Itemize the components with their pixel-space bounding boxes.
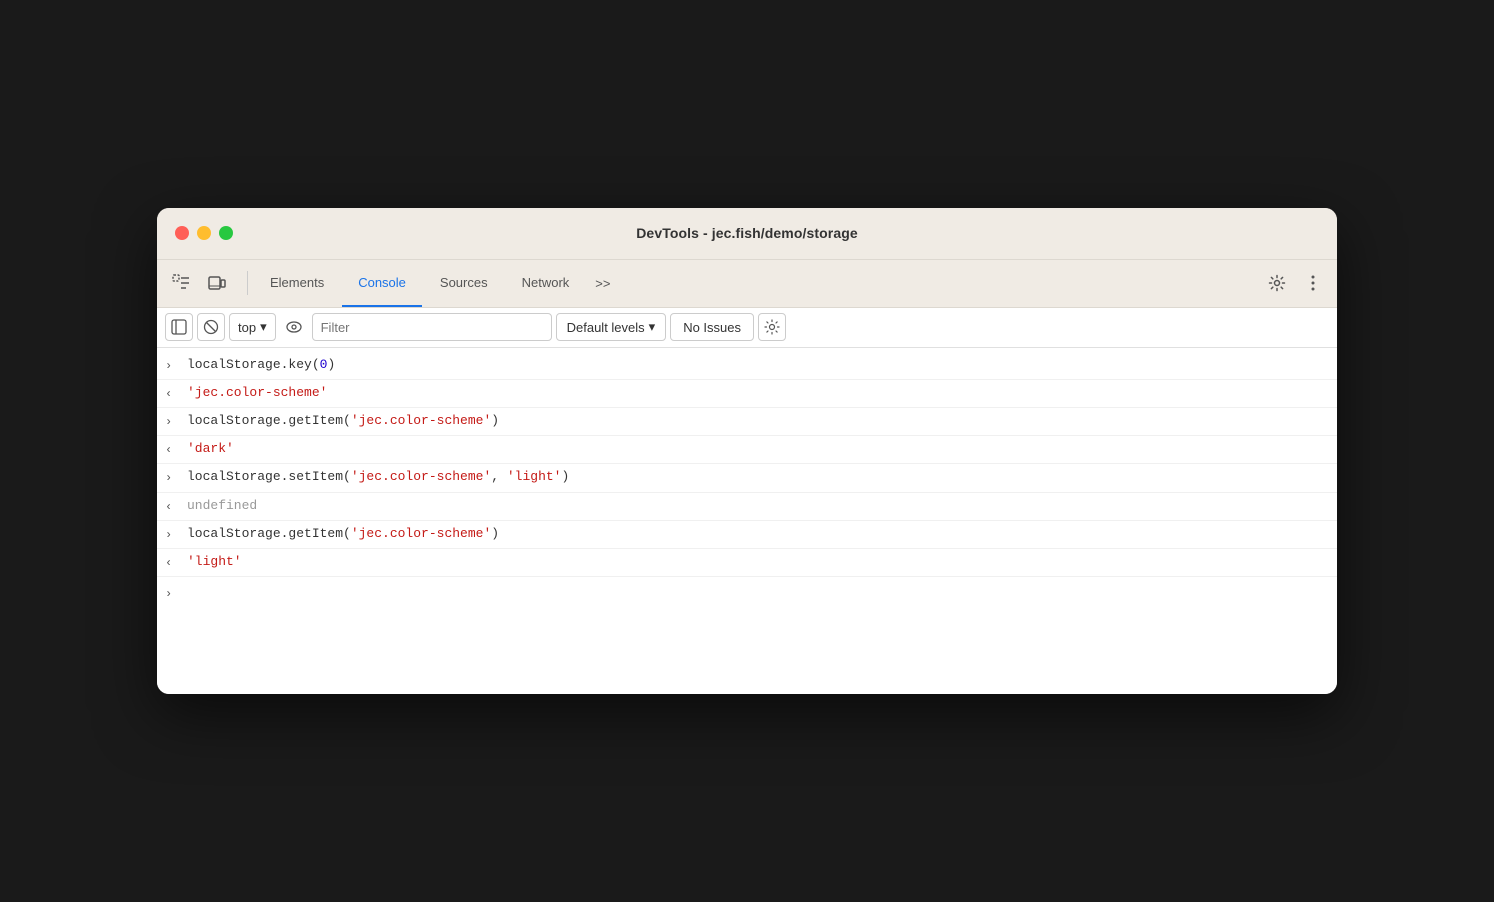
devtools-window: DevTools - jec.fish/demo/storage — [157, 208, 1337, 695]
filter-input[interactable] — [312, 313, 552, 341]
console-output: › localStorage.key(0) ‹ 'jec.color-schem… — [157, 348, 1337, 695]
console-arrow-out-8: ‹ — [165, 554, 179, 573]
console-line-3[interactable]: › localStorage.getItem('jec.color-scheme… — [157, 408, 1337, 436]
tab-divider — [247, 271, 248, 295]
console-text-4: 'dark' — [187, 439, 234, 460]
window-title: DevTools - jec.fish/demo/storage — [636, 225, 858, 241]
close-button[interactable] — [175, 226, 189, 240]
log-levels-selector[interactable]: Default levels ▾ — [556, 313, 667, 341]
levels-chevron: ▾ — [649, 319, 656, 335]
settings-button[interactable] — [1261, 267, 1293, 299]
console-text-8: 'light' — [187, 552, 242, 573]
levels-label: Default levels — [567, 320, 645, 335]
console-arrow-in-5: › — [165, 469, 179, 488]
live-expressions-button[interactable] — [280, 313, 308, 341]
traffic-lights — [175, 226, 233, 240]
tab-bar-left-icons — [165, 267, 233, 299]
tab-bar: Elements Console Sources Network >> — [157, 260, 1337, 308]
console-text-3: localStorage.getItem('jec.color-scheme') — [187, 411, 499, 432]
tab-sources[interactable]: Sources — [424, 259, 504, 307]
console-arrow-out-4: ‹ — [165, 441, 179, 460]
console-arrow-in: › — [165, 357, 179, 376]
console-line-5[interactable]: › localStorage.setItem('jec.color-scheme… — [157, 464, 1337, 492]
console-line-8[interactable]: ‹ 'light' — [157, 549, 1337, 577]
context-label: top — [238, 320, 256, 335]
clear-console-button[interactable] — [197, 313, 225, 341]
console-text-7: localStorage.getItem('jec.color-scheme') — [187, 524, 499, 545]
more-options-button[interactable] — [1297, 267, 1329, 299]
no-issues-button[interactable]: No Issues — [670, 313, 754, 341]
console-arrow-out-2: ‹ — [165, 385, 179, 404]
tab-bar-right-icons — [1261, 267, 1329, 299]
console-arrow-in-7: › — [165, 526, 179, 545]
context-selector[interactable]: top ▾ — [229, 313, 276, 341]
tab-elements[interactable]: Elements — [254, 259, 340, 307]
minimize-button[interactable] — [197, 226, 211, 240]
console-line-7[interactable]: › localStorage.getItem('jec.color-scheme… — [157, 521, 1337, 549]
title-bar: DevTools - jec.fish/demo/storage — [157, 208, 1337, 260]
console-settings-button[interactable] — [758, 313, 786, 341]
tab-more-button[interactable]: >> — [587, 270, 618, 297]
console-text-2: 'jec.color-scheme' — [187, 383, 327, 404]
device-toolbar-button[interactable] — [201, 267, 233, 299]
sidebar-toggle-button[interactable] — [165, 313, 193, 341]
console-text-6: undefined — [187, 496, 257, 517]
inspect-element-button[interactable] — [165, 267, 197, 299]
tab-network[interactable]: Network — [506, 259, 586, 307]
context-chevron: ▾ — [260, 319, 267, 335]
console-line-4[interactable]: ‹ 'dark' — [157, 436, 1337, 464]
console-cursor-line[interactable]: › — [157, 577, 1337, 610]
console-toolbar: top ▾ Default levels ▾ No Issues — [157, 308, 1337, 348]
console-padding — [157, 610, 1337, 690]
console-arrow-out-6: ‹ — [165, 498, 179, 517]
cursor-prompt: › — [165, 585, 179, 604]
console-arrow-in-3: › — [165, 413, 179, 432]
console-text-1: localStorage.key(0) — [187, 355, 335, 376]
console-line-1[interactable]: › localStorage.key(0) — [157, 352, 1337, 380]
console-text-5: localStorage.setItem('jec.color-scheme',… — [187, 467, 569, 488]
console-line-2[interactable]: ‹ 'jec.color-scheme' — [157, 380, 1337, 408]
maximize-button[interactable] — [219, 226, 233, 240]
tab-console[interactable]: Console — [342, 259, 422, 307]
console-line-6[interactable]: ‹ undefined — [157, 493, 1337, 521]
